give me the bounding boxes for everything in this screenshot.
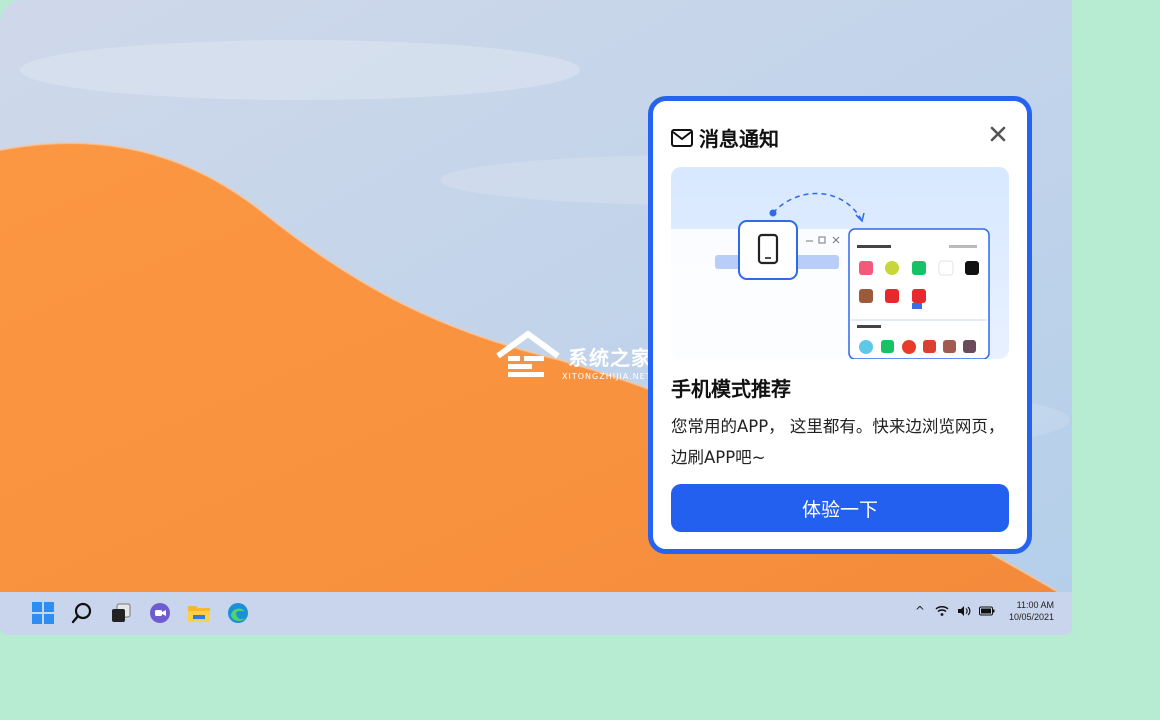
battery-icon[interactable] (978, 606, 995, 616)
chevron-up-icon[interactable]: ^ (913, 604, 927, 618)
watermark: 系统之家 XITONGZHIJIA.NET (494, 330, 651, 386)
file-explorer-icon[interactable] (184, 598, 214, 628)
try-it-button[interactable]: 体验一下 (671, 484, 1009, 532)
notification-title: 消息通知 (699, 127, 779, 151)
close-icon (990, 126, 1006, 142)
task-view-icon[interactable] (106, 598, 136, 628)
windows-start-icon[interactable] (28, 598, 58, 628)
volume-icon[interactable] (957, 605, 971, 617)
clock[interactable]: 11:00 AM 10/05/2021 (1009, 599, 1054, 623)
search-icon[interactable] (67, 598, 97, 628)
notification-panel: 消息通知 手机模式推荐 您常用的APP， 这里都有。快来边浏览网页，边刷APP吧… (648, 96, 1032, 554)
recommendation-heading: 手机模式推荐 (671, 377, 791, 401)
phone-mode-graphic (671, 192, 990, 359)
watermark-text: 系统之家 (568, 346, 652, 370)
notification-header: 消息通知 (671, 123, 779, 152)
screenshot-frame: 系统之家 XITONGZHIJIA.NET ^ 11:00 AM 10/05/2… (0, 0, 1160, 720)
close-button[interactable] (987, 123, 1009, 145)
wifi-icon[interactable] (935, 605, 949, 617)
watermark-subtext: XITONGZHIJIA.NET (562, 372, 652, 381)
teams-chat-icon[interactable] (145, 598, 175, 628)
clock-date: 10/05/2021 (1008, 612, 1054, 622)
phone-mode-illustration (671, 167, 1009, 359)
house-logo-icon (496, 331, 560, 377)
system-tray: ^ 11:00 AM 10/05/2021 (913, 599, 1054, 623)
clock-time: 11:00 AM (1016, 600, 1054, 610)
mail-icon (671, 128, 693, 147)
recommendation-description: 您常用的APP， 这里都有。快来边浏览网页，边刷APP吧~ (671, 417, 1005, 467)
taskbar: ^ 11:00 AM 10/05/2021 (0, 592, 1072, 635)
edge-browser-icon[interactable] (223, 598, 253, 628)
